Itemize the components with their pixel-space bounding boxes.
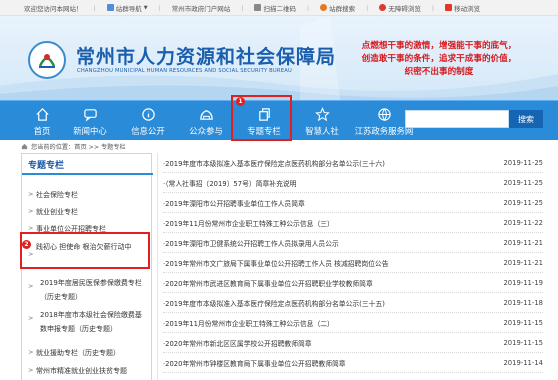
list-item[interactable]: ·2020年常州市钟楼区教育局下属事业单位公开招聘教师简章 2019-11-14	[163, 353, 543, 373]
sidebar-heading: 专题专栏	[28, 161, 65, 171]
search-icon	[320, 4, 328, 11]
list-item[interactable]: ·2020年常州市武进区教育局下属事业单位公开招聘职业学校教师简章 2019-11…	[163, 273, 543, 293]
site-title: 常州市人力资源和社会保障局	[76, 46, 337, 68]
sidebar-item-poverty-alleviation[interactable]: > 常州市精准就业创业扶贫专题	[28, 366, 150, 377]
sidebar-item-resident-insurance-2019[interactable]: >2019年度居民医保参保缴费专栏（历史专题）	[28, 276, 146, 304]
bureau-logo[interactable]	[28, 41, 66, 79]
highlight-box-sidebar-item	[20, 232, 150, 269]
people-icon	[199, 107, 214, 122]
welcome-text: 欢迎您访问本网站！	[24, 4, 83, 13]
sidebar-item-contribution-base-2018[interactable]: >2018年度市本级社会保险缴费基数申报专题（历史专题）	[28, 308, 146, 336]
nav-item-smart-hrss[interactable]: 智慧人社	[302, 101, 342, 141]
chevron-right-icon: >	[28, 282, 34, 290]
sidebar-heading-underline	[22, 173, 153, 175]
chevron-right-icon: >	[28, 190, 34, 198]
list-item[interactable]: ·2020年常州市新北区区属学校公开招聘教师简章 2019-11-15	[163, 333, 543, 353]
chevron-right-icon: >	[28, 314, 34, 322]
site-search-link[interactable]: 站群搜索	[320, 3, 355, 13]
chevron-down-icon: ▼	[143, 4, 148, 11]
list-item[interactable]: ·2019年溧阳市公开招聘事业单位工作人员简章 2019-11-25	[163, 193, 543, 213]
top-utility-bar: 欢迎您访问本网站！ | 站群导航 ▼ | 常州市政府门户网站 | 扫描二维码 | …	[0, 0, 558, 16]
chevron-right-icon: >	[28, 348, 34, 356]
sidebar-item-employment-assistance[interactable]: > 就业援助专栏（历史专题）	[28, 348, 146, 359]
chevron-right-icon: >	[28, 207, 34, 215]
slogan-line: 织密不出事的制度	[404, 67, 474, 77]
logo-emblem-icon	[34, 47, 60, 73]
accessibility-icon	[379, 4, 387, 11]
sidebar-item-employment[interactable]: > 就业创业专栏	[28, 207, 78, 218]
location-icon	[21, 143, 28, 149]
header-banner: 常州市人力资源和社会保障局 CHANGZHOU MUNICIPAL HUMAN …	[0, 16, 558, 100]
list-item[interactable]: ·2019年溧阳市卫健系统公开招聘工作人员拟录用人员公示 2019-11-21	[163, 233, 543, 253]
gov-portal-link[interactable]: 常州市政府门户网站	[172, 3, 231, 13]
accessibility-link[interactable]: 无障碍浏览	[379, 3, 421, 13]
chevron-right-icon: >	[28, 366, 34, 374]
site-subtitle: CHANGZHOU MUNICIPAL HUMAN RESOURCES AND …	[77, 68, 292, 74]
nav-item-public-participation[interactable]: 公众参与	[186, 101, 226, 141]
site-group-nav-link[interactable]: 站群导航 ▼	[106, 3, 148, 13]
slogan-line: 创造敢干事的条件，追求干成事的价值，	[361, 54, 517, 64]
list-item[interactable]: ·2019年度市本级拟准入基本医疗保险定点医药机构部分名单公示(三十五) 2019…	[163, 293, 543, 313]
mobile-browse-link[interactable]: 移动浏览	[445, 3, 480, 13]
sidebar-item-social-insurance[interactable]: > 社会保险专栏	[28, 190, 78, 201]
list-item[interactable]: ·2019年11月份常州市企业职工特殊工种公示信息（三） 2019-11-22	[163, 213, 543, 233]
home-icon	[35, 107, 50, 122]
info-icon	[141, 107, 156, 122]
slogan-line: 点燃想干事的激情，增强能干事的底气，	[361, 41, 517, 51]
list-item[interactable]: ·2019年度市本级拟准入基本医疗保险定点医药机构部分名单公示(三十六) 2019…	[163, 153, 543, 173]
list-item[interactable]: ·2019年11月份常州市企业职工特殊工种公示信息（二） 2019-11-15	[163, 313, 543, 333]
search-button[interactable]: 搜索	[509, 110, 543, 128]
nav-item-news[interactable]: 新闻中心	[70, 101, 110, 141]
annotation-badge: 2	[22, 240, 31, 249]
globe-icon	[377, 107, 392, 122]
chat-icon	[83, 107, 98, 122]
star-icon	[314, 107, 330, 122]
qr-code-link[interactable]: 扫描二维码	[254, 3, 296, 13]
annotation-badge: 1	[236, 97, 245, 106]
nav-item-info-disclosure[interactable]: 信息公开	[128, 101, 168, 141]
qr-code-icon	[254, 4, 262, 11]
nav-item-home[interactable]: 首页	[29, 101, 55, 141]
mobile-icon	[445, 4, 453, 11]
grid-icon	[106, 4, 114, 11]
search-input[interactable]	[405, 110, 509, 128]
column-divider	[157, 153, 158, 380]
list-item[interactable]: ·（常人社事招〔2019〕57号）简章补充说明 2019-11-25	[163, 173, 543, 193]
slogan: 点燃想干事的激情，增强能干事的底气， 创造敢干事的条件，追求干成事的价值， 织密…	[330, 40, 548, 79]
list-item[interactable]: ·2019年常州市文广旅局下属事业单位公开招聘工作人员 核减招聘岗位公告 2019…	[163, 253, 543, 273]
breadcrumb: 您当前的位置：首页 >> 专题专栏	[21, 140, 126, 152]
